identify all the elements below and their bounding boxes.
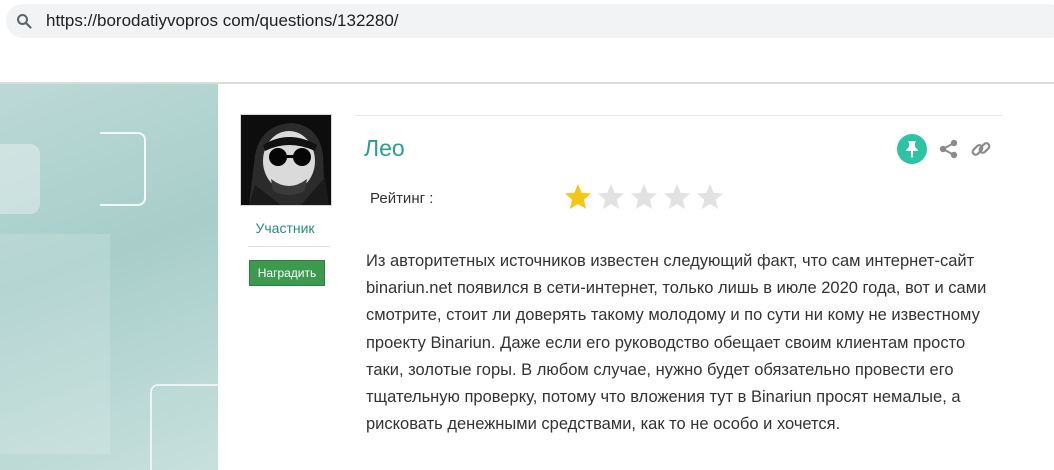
post-body: Из авторитетных источников известен след… bbox=[366, 252, 987, 434]
avatar[interactable] bbox=[240, 114, 332, 206]
star-icon[interactable] bbox=[628, 182, 660, 212]
page-background-panel bbox=[0, 84, 218, 470]
rating-label: Рейтинг : bbox=[370, 190, 434, 207]
share-icon bbox=[939, 139, 958, 159]
username-link[interactable]: Лео bbox=[364, 135, 405, 162]
decorative-shape bbox=[150, 384, 218, 470]
avatar-image bbox=[241, 115, 331, 205]
divider bbox=[248, 246, 330, 247]
star-icon[interactable] bbox=[694, 182, 726, 212]
star-icon[interactable] bbox=[562, 182, 594, 212]
address-bar[interactable]: https://borodatiyvopros com/questions/13… bbox=[6, 4, 1054, 38]
divider bbox=[356, 115, 1002, 116]
star-icon[interactable] bbox=[661, 182, 693, 212]
url-text[interactable]: https://borodatiyvopros com/questions/13… bbox=[46, 11, 399, 31]
user-role: Участник bbox=[255, 220, 315, 236]
star-icon[interactable] bbox=[595, 182, 627, 212]
decorative-shape bbox=[100, 132, 146, 206]
link-icon bbox=[971, 142, 991, 156]
decorative-shape bbox=[0, 144, 40, 214]
copy-link-button[interactable] bbox=[970, 138, 992, 160]
search-icon bbox=[16, 13, 32, 29]
share-button[interactable] bbox=[938, 138, 960, 160]
rating-stars[interactable] bbox=[562, 182, 726, 212]
post-card: Участник Наградить Лео Рейтинг : Из авто… bbox=[218, 84, 1054, 470]
reward-button[interactable]: Наградить bbox=[249, 260, 325, 286]
pin-icon bbox=[906, 141, 918, 158]
pin-button[interactable] bbox=[897, 134, 927, 164]
decorative-shape bbox=[0, 234, 110, 454]
